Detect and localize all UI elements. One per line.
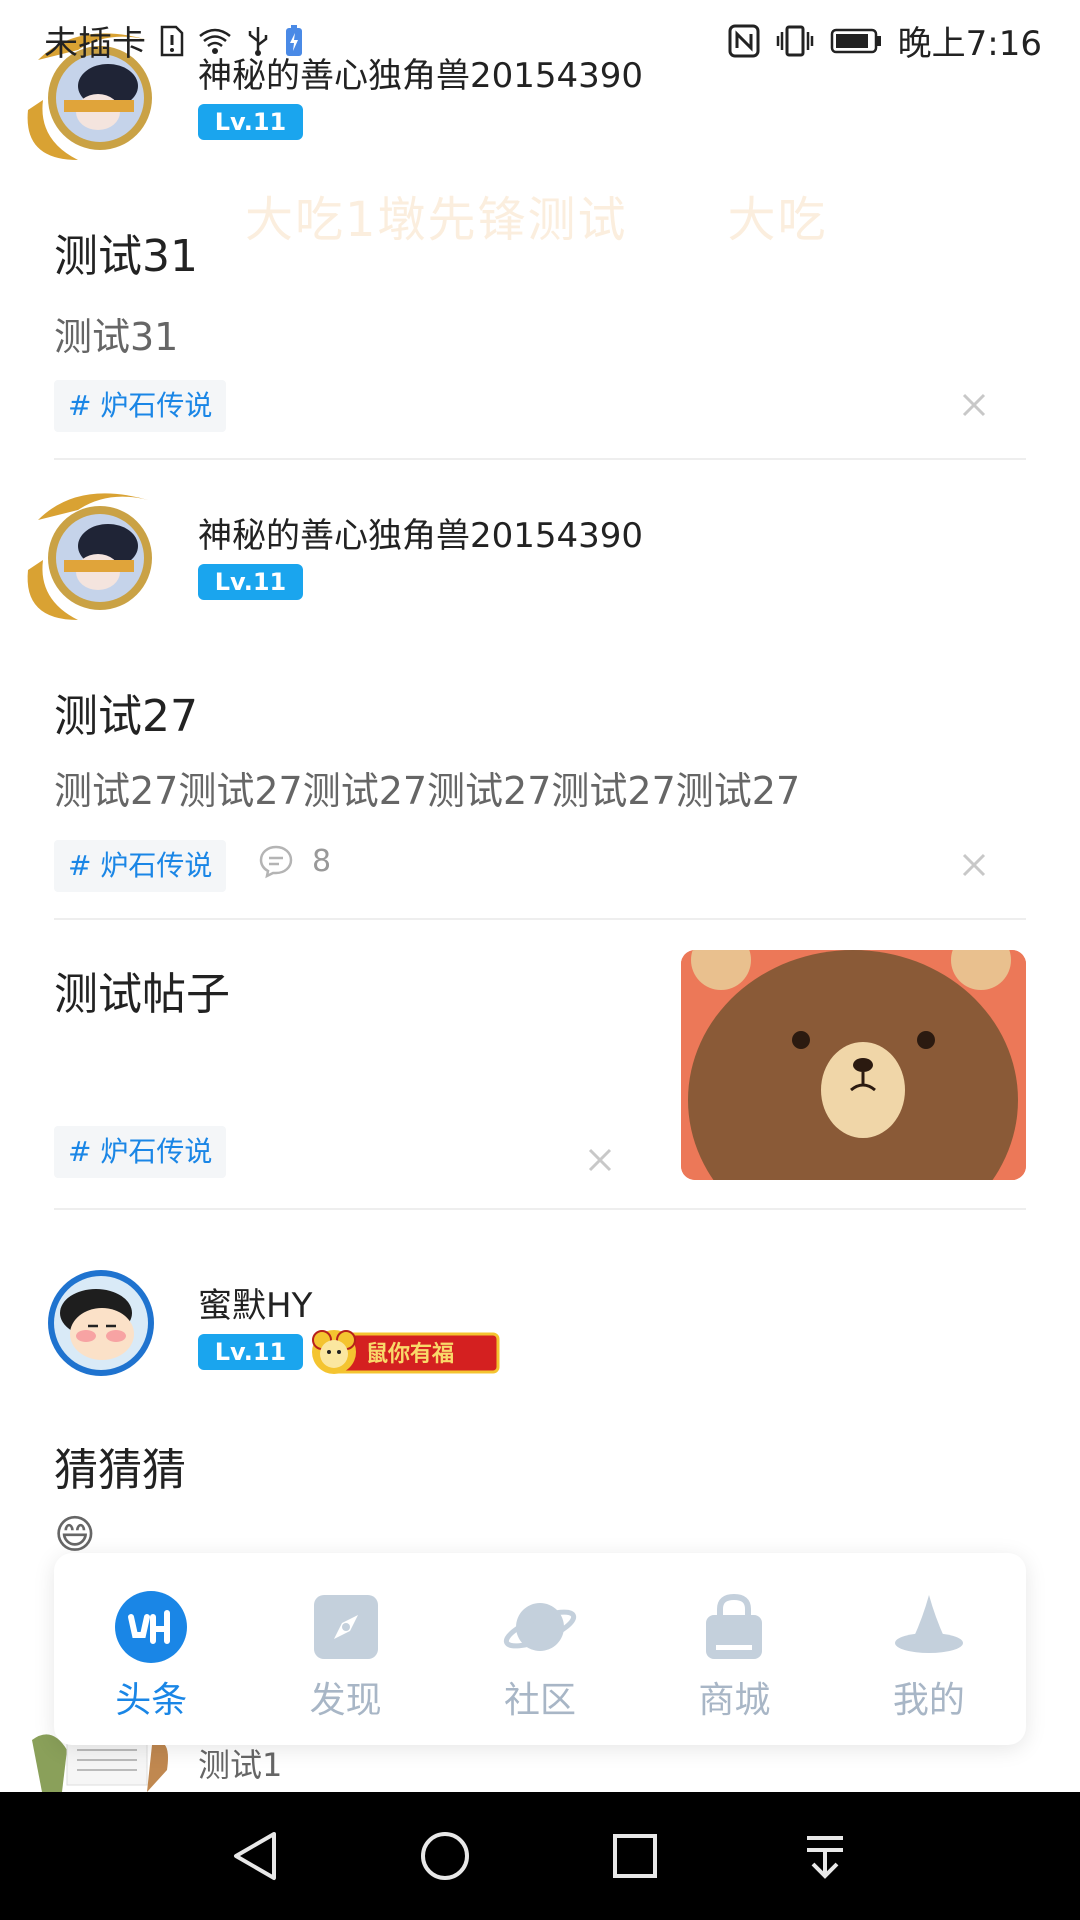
post-body: 测试31: [54, 315, 179, 359]
level-badge: Lv.11: [198, 564, 303, 600]
nav-label: 头条: [115, 1680, 188, 1721]
charging-icon: [284, 24, 304, 58]
notification-pull-button[interactable]: [785, 1816, 865, 1896]
event-badge: 鼠你有福: [308, 1326, 504, 1378]
back-triangle-icon: [234, 1832, 276, 1880]
recents-button[interactable]: [595, 1816, 675, 1896]
home-circle-icon: [421, 1832, 469, 1880]
sim-alert-icon: [160, 25, 184, 57]
event-badge-label: 鼠你有福: [366, 1342, 455, 1367]
pull-down-icon: [807, 1836, 843, 1879]
topic-tag[interactable]: # 炉石传说: [54, 840, 227, 892]
avatar[interactable]: [18, 480, 168, 630]
bottom-nav: 头条 发现 社区 商城 我的: [54, 1553, 1026, 1745]
nav-label: 社区: [504, 1680, 577, 1721]
shopping-bag-icon: [706, 1593, 763, 1659]
divider: [54, 918, 1026, 920]
banner-watermark: 大吃1墩先锋测试 大吃: [245, 192, 828, 248]
nfc-icon: [728, 24, 760, 58]
nav-label: 发现: [309, 1680, 382, 1721]
planet-icon: [503, 1603, 577, 1651]
post-title: 测试31: [54, 231, 198, 282]
post-emoji: 😄: [54, 1512, 96, 1558]
back-button[interactable]: [215, 1816, 295, 1896]
feed-post[interactable]: 神秘的善心独角兽20154390 Lv.11 大吃1墩先锋测试 大吃 测试31 …: [0, 20, 1080, 460]
comment-icon: [259, 845, 293, 879]
nav-label: 我的: [892, 1680, 965, 1721]
post-title: 测试27: [54, 691, 198, 742]
post-body: 测试27测试27测试27测试27测试27测试27: [54, 769, 801, 813]
nav-item-discover[interactable]: 发现: [248, 1553, 442, 1745]
nav-item-profile[interactable]: 我的: [832, 1553, 1026, 1745]
author-name[interactable]: 神秘的善心独角兽20154390: [198, 508, 643, 557]
comment-count[interactable]: 8: [258, 843, 331, 879]
nav-item-headlines[interactable]: 头条: [54, 1553, 248, 1745]
carrier-label: 未插卡: [44, 24, 146, 64]
nav-item-community[interactable]: 社区: [443, 1553, 637, 1745]
clock: 晚上7:16: [897, 24, 1042, 64]
level-badge: Lv.11: [198, 1334, 303, 1370]
wizard-hat-icon: [894, 1595, 963, 1653]
close-icon[interactable]: [960, 851, 988, 879]
headlines-logo-icon: [115, 1591, 188, 1663]
system-nav-bar: [0, 1792, 1080, 1920]
author-name[interactable]: 蜜默HY: [198, 1278, 312, 1327]
comment-count-value: 8: [312, 843, 332, 879]
wifi-icon: [198, 26, 232, 56]
feed-post[interactable]: 蜜默HY Lv.11 鼠你有福 猜猜猜 😄: [0, 1250, 1080, 1570]
usb-icon: [246, 25, 270, 57]
close-icon[interactable]: [586, 1146, 614, 1174]
topic-tag[interactable]: # 炉石传说: [54, 380, 227, 432]
battery-icon: [830, 27, 882, 55]
level-badge: Lv.11: [198, 104, 303, 140]
compass-icon: [313, 1595, 378, 1659]
nav-item-shop[interactable]: 商城: [637, 1553, 831, 1745]
avatar[interactable]: [46, 1268, 156, 1378]
topic-tag[interactable]: # 炉石传说: [54, 1126, 227, 1178]
author-name[interactable]: 测试1: [198, 1740, 282, 1786]
recents-square-icon: [613, 1834, 657, 1878]
feed-post[interactable]: 神秘的善心独角兽20154390 Lv.11 测试27 测试27测试27测试27…: [0, 480, 1080, 920]
post-title: 测试帖子: [54, 969, 230, 1020]
post-title: 猜猜猜: [54, 1445, 186, 1496]
status-bar: 未插卡 晚上7:16: [0, 0, 1080, 74]
author-row[interactable]: 蜜默HY Lv.11 鼠你有福: [0, 1250, 1080, 1420]
divider: [54, 458, 1026, 460]
divider: [54, 1208, 1026, 1210]
feed-post[interactable]: 测试帖子 # 炉石传说: [0, 948, 1080, 1208]
home-button[interactable]: [405, 1816, 485, 1896]
post-thumbnail[interactable]: [681, 950, 1026, 1180]
nav-label: 商城: [698, 1680, 771, 1721]
close-icon[interactable]: [960, 391, 988, 419]
feed-list[interactable]: 神秘的善心独角兽20154390 Lv.11 大吃1墩先锋测试 大吃 测试31 …: [0, 0, 1080, 1792]
author-row[interactable]: 神秘的善心独角兽20154390 Lv.11: [0, 480, 1080, 650]
vibrate-icon: [776, 24, 814, 58]
